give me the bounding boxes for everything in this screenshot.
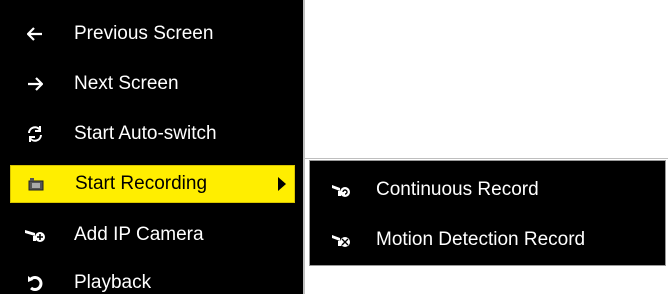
continuous-record-icon — [328, 180, 354, 200]
menu-item-label: Start Recording — [75, 173, 208, 194]
menu-item-start-recording[interactable]: Start Recording — [10, 165, 295, 203]
arrow-left-icon — [22, 24, 48, 44]
playback-icon — [22, 273, 48, 293]
menu-item-label: Playback — [74, 272, 152, 293]
submenu-arrow-icon — [278, 177, 286, 191]
menu-item-add-ip-camera[interactable]: Add IP Camera — [10, 216, 295, 254]
submenu-item-label: Continuous Record — [376, 179, 539, 200]
menu-item-next-screen[interactable]: Next Screen — [10, 65, 295, 103]
menu-item-previous-screen[interactable]: Previous Screen — [10, 15, 295, 53]
menu-item-label: Next Screen — [74, 73, 179, 94]
submenu-item-label: Motion Detection Record — [376, 229, 586, 250]
menu-item-label: Previous Screen — [74, 23, 214, 44]
submenu-item-continuous-record[interactable]: Continuous Record — [310, 170, 665, 210]
recording-icon — [23, 174, 49, 194]
context-menu: Previous Screen Next Screen Start Auto-s… — [0, 0, 305, 294]
motion-record-icon — [328, 230, 354, 250]
menu-item-label: Add IP Camera — [74, 224, 204, 245]
refresh-icon — [22, 124, 48, 144]
menu-item-start-auto-switch[interactable]: Start Auto-switch — [10, 115, 295, 153]
menu-item-label: Start Auto-switch — [74, 123, 217, 144]
menu-item-playback[interactable]: Playback — [10, 264, 295, 294]
arrow-right-icon — [22, 74, 48, 94]
recording-submenu: Continuous Record Motion Detection Recor… — [309, 160, 666, 266]
submenu-item-motion-detection-record[interactable]: Motion Detection Record — [310, 220, 665, 260]
divider-line — [305, 158, 668, 159]
camera-add-icon — [22, 225, 48, 245]
screen: Previous Screen Next Screen Start Auto-s… — [0, 0, 668, 294]
